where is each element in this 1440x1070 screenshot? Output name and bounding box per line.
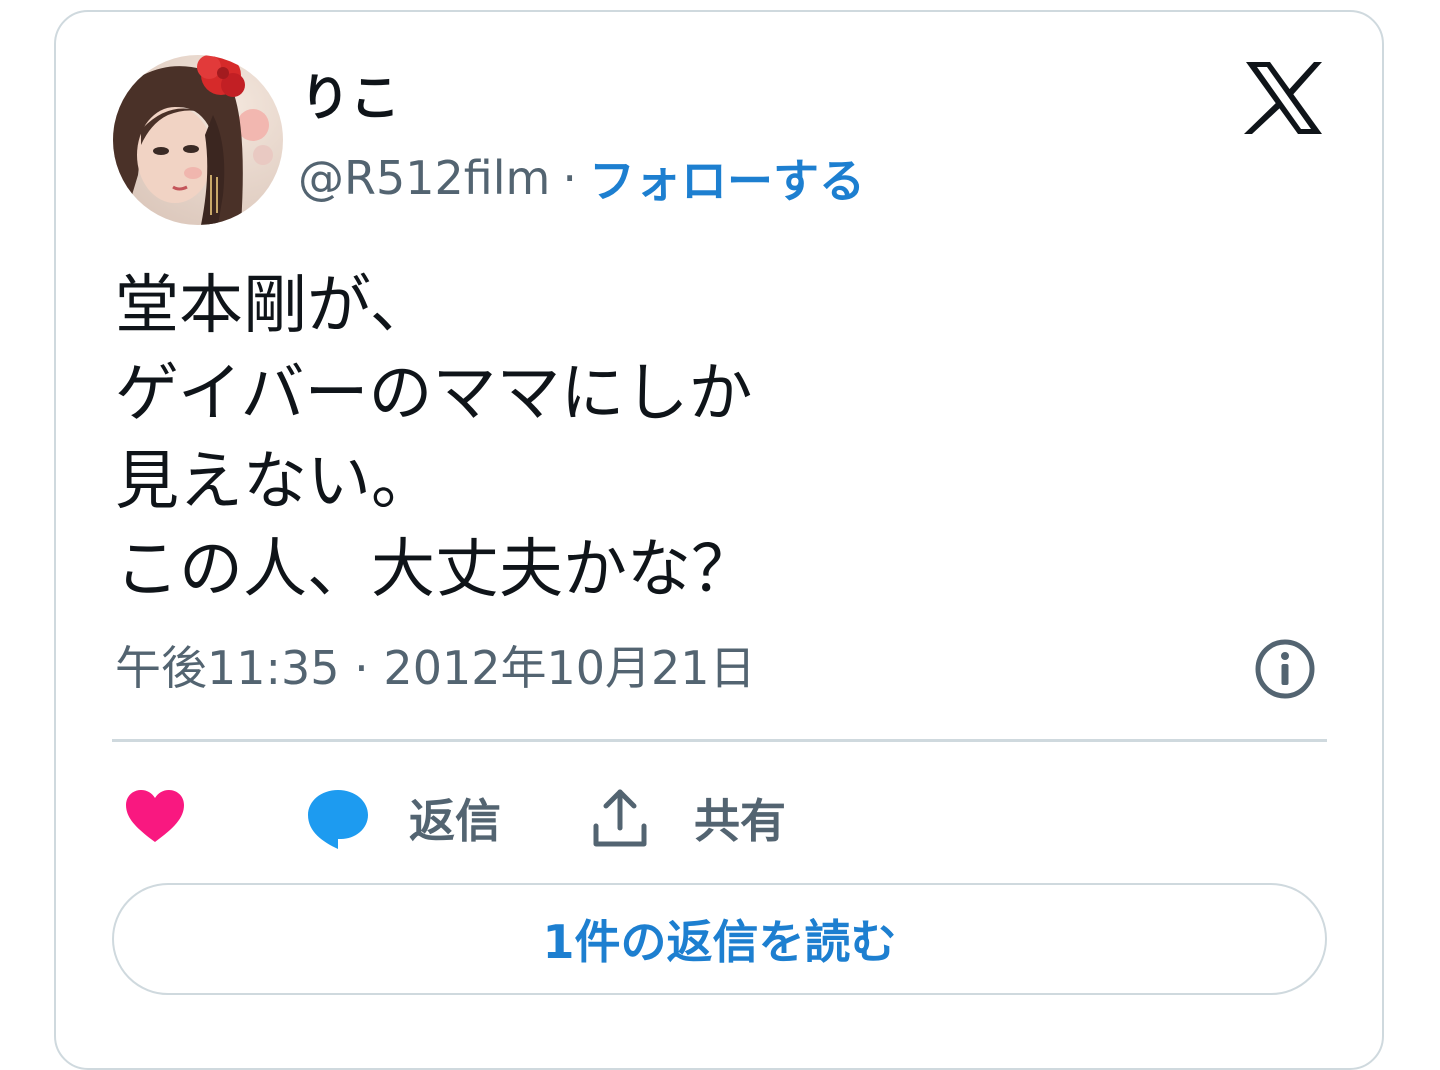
handle-row: @R512film · フォローする (298, 146, 865, 210)
tweet-line: 堂本剛が、 (115, 269, 434, 343)
follow-button[interactable]: フォローする (589, 145, 865, 211)
user-handle[interactable]: @R512film (298, 151, 550, 205)
read-replies-button[interactable]: 1件の返信を読む (112, 883, 1327, 995)
tweet-timestamp[interactable]: 午後11:35 · 2012年10月21日 (115, 638, 756, 698)
x-logo-icon[interactable] (1244, 60, 1324, 136)
avatar-image (113, 55, 283, 225)
divider (112, 739, 1327, 742)
like-button[interactable] (124, 788, 186, 844)
tweet-text: 堂本剛が、 ゲイバーのママにしか 見えない。 この人、大丈夫かな？ (115, 262, 1265, 614)
tweet-line: 見えない。 (115, 445, 435, 519)
reply-label: 返信 (409, 794, 501, 848)
display-name[interactable]: りこ (300, 68, 400, 128)
avatar[interactable] (113, 55, 283, 225)
share-button[interactable]: 共有 (588, 778, 786, 858)
info-icon[interactable] (1254, 638, 1316, 700)
action-bar: 返信 共有 (0, 770, 1440, 860)
share-label: 共有 (694, 794, 786, 848)
separator-dot: · (562, 151, 577, 205)
heart-icon (126, 790, 184, 842)
tweet-line: ゲイバーのママにしか (115, 357, 753, 431)
reply-button[interactable]: 返信 (305, 778, 501, 858)
speech-bubble-icon (308, 790, 368, 849)
tweet-line: この人、大丈夫かな？ (115, 533, 755, 607)
share-upload-icon (593, 789, 647, 847)
